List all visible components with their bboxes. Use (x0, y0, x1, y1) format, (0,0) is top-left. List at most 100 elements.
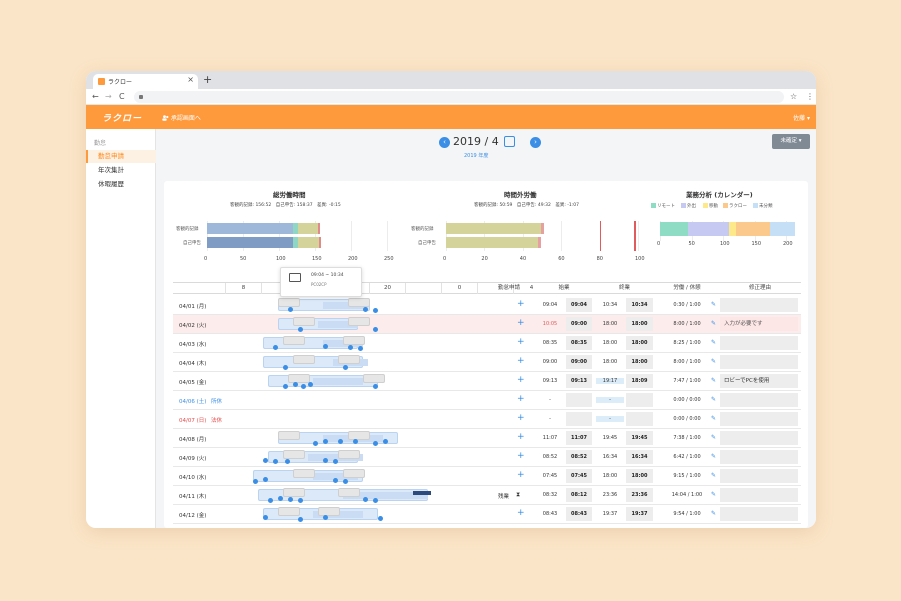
edit-pencil-icon[interactable]: ✎ (711, 339, 716, 346)
add-request-button[interactable]: + (517, 508, 525, 518)
timeline-event-dot[interactable] (373, 384, 378, 389)
pc-log-block[interactable] (278, 507, 300, 516)
pc-log-block[interactable] (343, 336, 365, 345)
start-time-input[interactable]: 09:00 (566, 355, 592, 369)
end-time-input[interactable] (626, 412, 653, 426)
pc-log-block[interactable] (293, 469, 315, 478)
app-logo[interactable]: ラクロー (102, 111, 142, 124)
edit-pencil-icon[interactable]: ✎ (711, 320, 716, 327)
timeline-event-dot[interactable] (288, 307, 293, 312)
approval-link[interactable]: 承認画面へ (162, 113, 201, 122)
reason-input[interactable] (720, 488, 798, 502)
end-time-input[interactable]: 16:34 (626, 450, 653, 464)
prev-month-button[interactable]: ‹ (439, 137, 450, 148)
start-time-input[interactable]: 09:04 (566, 298, 592, 312)
timeline-block[interactable] (313, 378, 363, 385)
pc-log-block[interactable] (278, 431, 300, 440)
edit-pencil-icon[interactable]: ✎ (711, 491, 716, 498)
timeline-event-dot[interactable] (288, 497, 293, 502)
end-time-input[interactable]: 19:45 (626, 431, 653, 445)
reason-input[interactable] (720, 336, 798, 350)
pc-log-block[interactable] (348, 431, 370, 440)
reason-input[interactable] (720, 412, 798, 426)
timeline-event-dot[interactable] (273, 345, 278, 350)
pc-log-block[interactable] (293, 317, 315, 326)
timeline-event-dot[interactable] (323, 515, 328, 520)
pc-log-block[interactable] (348, 298, 370, 307)
timeline-event-dot[interactable] (313, 441, 318, 446)
timeline-event-dot[interactable] (293, 382, 298, 387)
new-tab-button[interactable]: + (203, 73, 212, 86)
add-request-button[interactable]: + (517, 413, 525, 423)
timeline-event-dot[interactable] (373, 498, 378, 503)
pc-log-block[interactable] (338, 450, 360, 459)
timeline-event-dot[interactable] (373, 327, 378, 332)
edit-pencil-icon[interactable]: ✎ (711, 472, 716, 479)
user-menu[interactable]: 佐藤 ▾ (793, 113, 810, 122)
reason-input[interactable] (720, 507, 798, 521)
pc-log-block[interactable] (283, 336, 305, 345)
reason-input[interactable] (720, 450, 798, 464)
next-month-button[interactable]: › (530, 137, 541, 148)
add-request-button[interactable]: + (517, 356, 525, 366)
browser-tab[interactable]: ラクロー × (93, 74, 198, 89)
timeline-event-dot[interactable] (298, 517, 303, 522)
add-request-button[interactable]: + (517, 394, 525, 404)
timeline-event-dot[interactable] (278, 496, 283, 501)
edit-pencil-icon[interactable]: ✎ (711, 510, 716, 517)
end-time-input[interactable]: 18:00 (626, 317, 653, 331)
end-time-input[interactable]: 19:37 (626, 507, 653, 521)
start-time-input[interactable]: 09:13 (566, 374, 592, 388)
sidebar-item-attendance-request[interactable]: 勤怠申請 (86, 150, 156, 163)
late-work-block[interactable] (413, 491, 431, 495)
edit-pencil-icon[interactable]: ✎ (711, 415, 716, 422)
url-input[interactable] (134, 91, 784, 103)
timeline-event-dot[interactable] (363, 307, 368, 312)
timeline-event-dot[interactable] (263, 477, 268, 482)
timeline-event-dot[interactable] (273, 459, 278, 464)
timeline-event-dot[interactable] (298, 498, 303, 503)
timeline-event-dot[interactable] (323, 344, 328, 349)
bookmark-star-icon[interactable]: ☆ (790, 91, 797, 103)
start-time-input[interactable] (566, 393, 592, 407)
timeline-event-dot[interactable] (268, 498, 273, 503)
timeline-event-dot[interactable] (285, 459, 290, 464)
pc-log-block[interactable] (283, 488, 305, 497)
start-time-input[interactable] (566, 412, 592, 426)
forward-icon[interactable]: → (105, 91, 112, 103)
pc-log-block[interactable] (343, 469, 365, 478)
add-request-button[interactable]: + (517, 375, 525, 385)
edit-pencil-icon[interactable]: ✎ (711, 434, 716, 441)
start-time-input[interactable]: 11:07 (566, 431, 592, 445)
confirm-status-button[interactable]: 未確定 ▾ (772, 134, 810, 149)
add-request-button[interactable]: + (517, 470, 525, 480)
end-time-input[interactable]: 18:00 (626, 469, 653, 483)
calendar-icon[interactable] (504, 136, 515, 147)
start-time-input[interactable]: 08:52 (566, 450, 592, 464)
add-request-button[interactable]: + (517, 318, 525, 328)
timeline-event-dot[interactable] (343, 479, 348, 484)
edit-pencil-icon[interactable]: ✎ (711, 358, 716, 365)
timeline-event-dot[interactable] (383, 439, 388, 444)
pc-log-block[interactable] (278, 298, 300, 307)
timeline-event-dot[interactable] (263, 515, 268, 520)
timeline-event-dot[interactable] (323, 458, 328, 463)
timeline-event-dot[interactable] (378, 516, 383, 521)
add-request-button[interactable]: + (517, 299, 525, 309)
end-time-input[interactable]: 10:34 (626, 298, 653, 312)
timeline-event-dot[interactable] (363, 497, 368, 502)
reason-input[interactable]: 入力が必要です (720, 317, 798, 331)
timeline-event-dot[interactable] (283, 365, 288, 370)
reason-input[interactable] (720, 393, 798, 407)
pc-log-block[interactable] (348, 317, 370, 326)
close-tab-icon[interactable]: × (187, 75, 194, 84)
timeline-event-dot[interactable] (348, 345, 353, 350)
add-request-button[interactable]: + (517, 432, 525, 442)
timeline-event-dot[interactable] (333, 459, 338, 464)
end-time-input[interactable]: 18:00 (626, 336, 653, 350)
timeline-event-dot[interactable] (373, 441, 378, 446)
reason-input[interactable] (720, 355, 798, 369)
edit-pencil-icon[interactable]: ✎ (711, 377, 716, 384)
timeline-event-dot[interactable] (333, 478, 338, 483)
start-time-input[interactable]: 08:35 (566, 336, 592, 350)
